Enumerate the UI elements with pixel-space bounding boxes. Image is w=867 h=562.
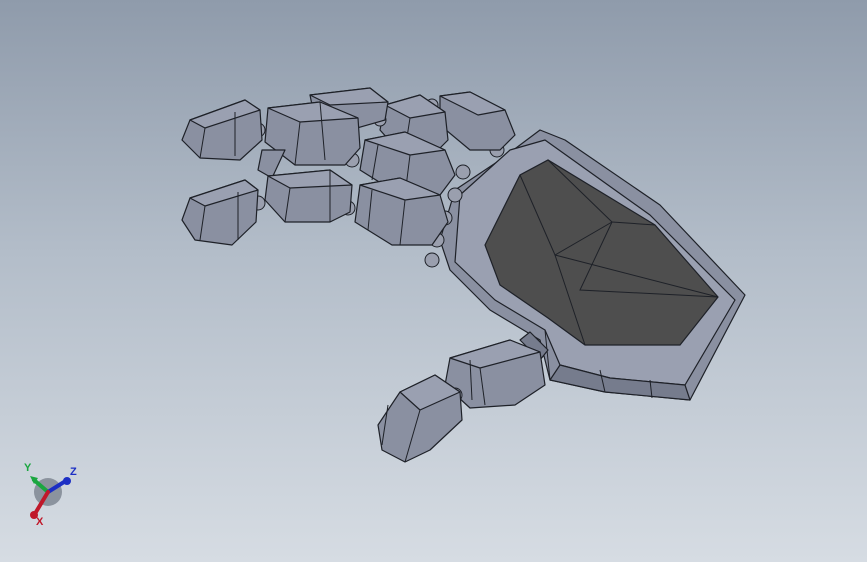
thumb[interactable] [377,339,546,463]
z-axis-head [63,477,71,485]
orientation-triad[interactable]: Y Z X [14,458,84,528]
graphics-viewport[interactable]: Y Z X [0,0,867,562]
z-axis-label: Z [70,466,77,478]
finger-ring[interactable] [181,169,449,246]
robotic-hand-model[interactable] [0,0,867,562]
y-axis-label: Y [24,462,32,474]
x-axis-label: X [36,516,44,528]
